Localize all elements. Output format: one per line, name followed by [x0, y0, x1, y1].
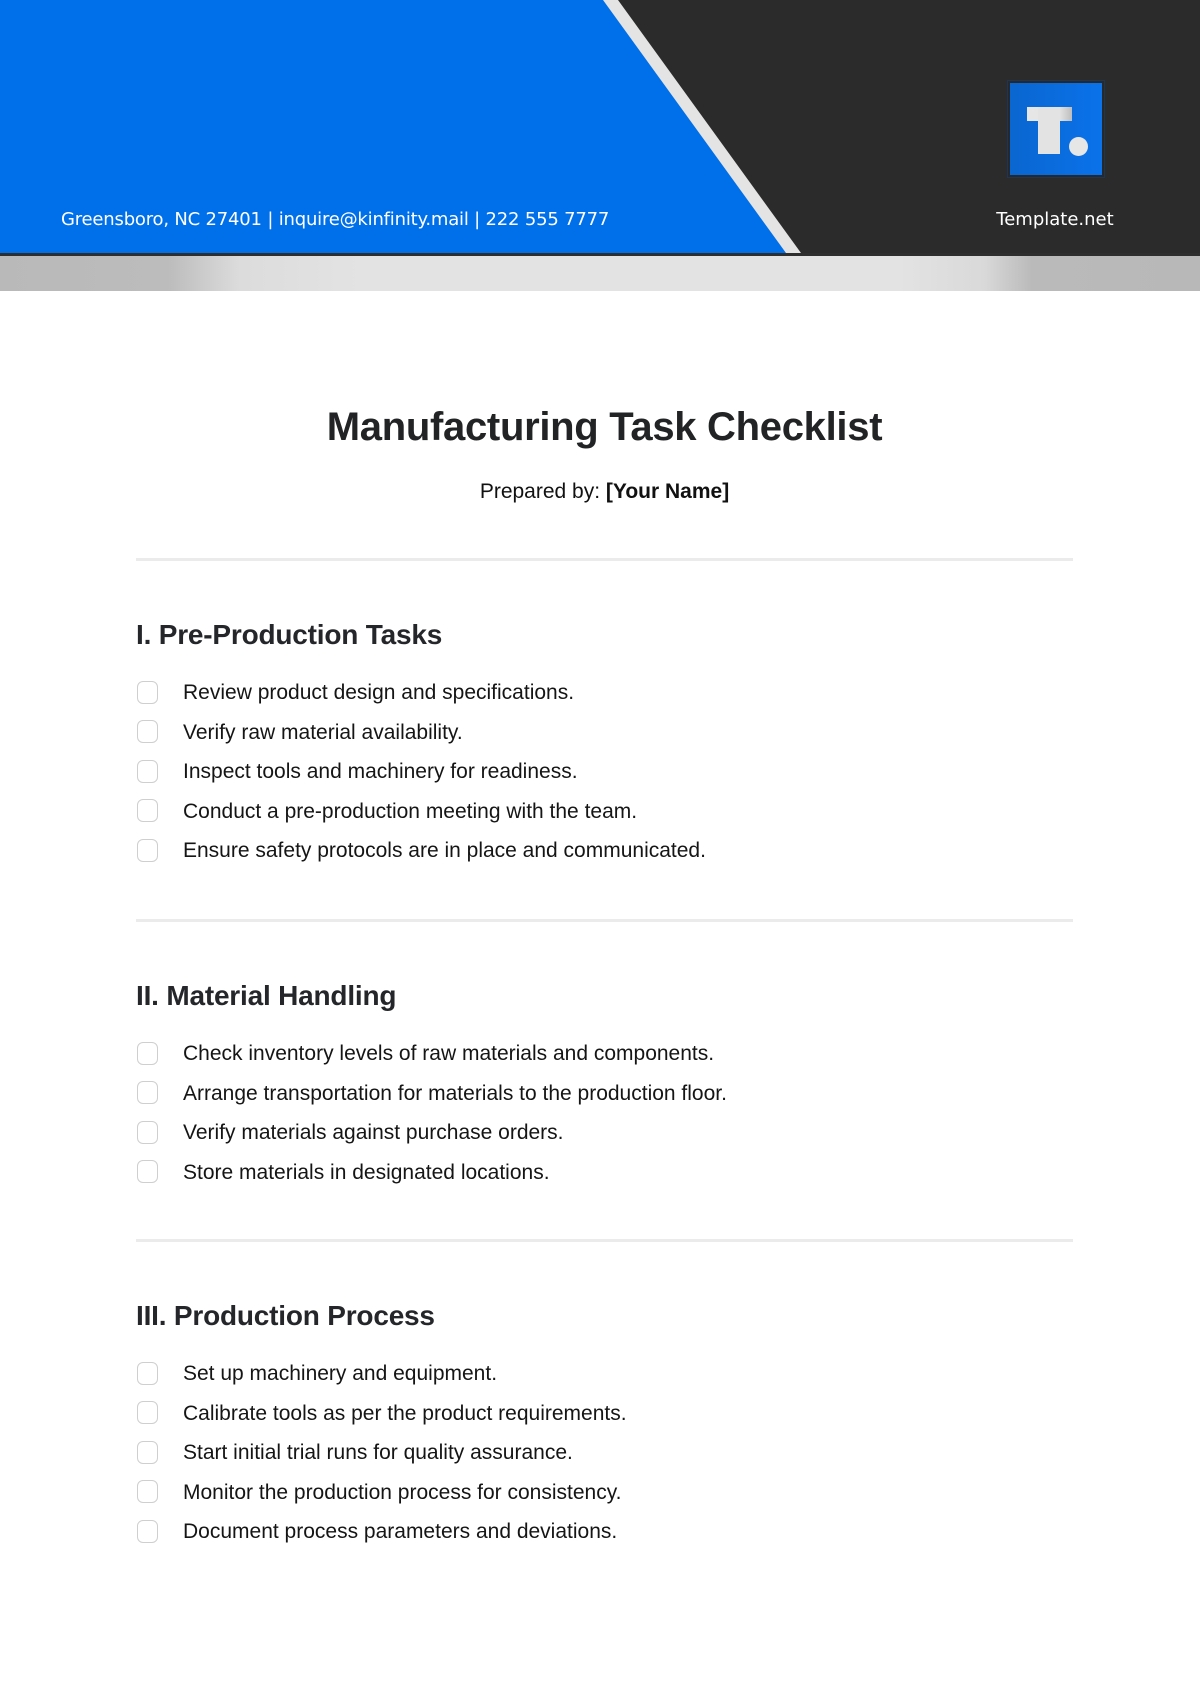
section-heading: II. Material Handling: [136, 980, 397, 1011]
checklist-item: Calibrate tools as per the product requi…: [137, 1400, 627, 1426]
section-divider: [136, 558, 1073, 561]
checklist-item: Arrange transportation for materials to …: [137, 1080, 727, 1106]
checklist-item: Document process parameters and deviatio…: [137, 1518, 617, 1544]
checklist-item-text: Arrange transportation for materials to …: [183, 1081, 727, 1105]
header-rule: [0, 253, 1200, 256]
checklist-item-text: Start initial trial runs for quality ass…: [183, 1441, 573, 1464]
checklist-item: Inspect tools and machinery for readines…: [137, 758, 578, 784]
checklist-item-text: Inspect tools and machinery for readines…: [183, 760, 578, 783]
checkbox[interactable]: [137, 1041, 158, 1065]
checkbox[interactable]: [137, 680, 158, 704]
checkbox[interactable]: [137, 799, 158, 822]
checklist-item: Check inventory levels of raw materials …: [137, 1040, 714, 1066]
logo-square: [1010, 83, 1102, 175]
checklist-item: Verify materials against purchase orders…: [137, 1119, 564, 1145]
checklist-item: Start initial trial runs for quality ass…: [137, 1439, 573, 1465]
checkbox[interactable]: [137, 1361, 158, 1385]
checklist-item-text: Monitor the production process for consi…: [183, 1480, 622, 1504]
checklist-item-text: Conduct a pre-production meeting with th…: [183, 799, 638, 823]
checklist-item-text: Document process parameters and deviatio…: [183, 1520, 618, 1543]
checklist-item: Monitor the production process for consi…: [137, 1479, 622, 1505]
document-title: Manufacturing Task Checklist: [326, 405, 883, 449]
logo-dot: [1069, 137, 1088, 156]
section-heading: I. Pre-Production Tasks: [136, 619, 443, 650]
checkbox[interactable]: [137, 1081, 158, 1104]
checklist-item: Review product design and specifications…: [137, 679, 574, 705]
header-gray-band: [0, 256, 1200, 291]
checklist-item: Set up machinery and equipment.: [137, 1360, 497, 1386]
checklist-item-text: Store materials in designated locations.: [183, 1160, 550, 1184]
checkbox[interactable]: [137, 1440, 158, 1464]
checklist-item-text: Review product design and specifications…: [183, 681, 575, 704]
checklist-item-text: Verify raw material availability.: [183, 720, 463, 744]
checklist-item-text: Set up machinery and equipment.: [183, 1362, 498, 1385]
brand-name: Template.net: [996, 209, 1114, 230]
checklist-item-text: Verify materials against purchase orders…: [183, 1121, 564, 1144]
section-divider: [136, 1239, 1073, 1242]
prepared-by-name: [Your Name]: [605, 480, 730, 503]
section-heading: III. Production Process: [136, 1300, 435, 1331]
checklist-item: Verify raw material availability.: [137, 719, 463, 745]
checklist-item-text: Ensure safety protocols are in place and…: [183, 839, 706, 862]
logo-t-stem: [1038, 107, 1060, 154]
section-divider: [136, 919, 1073, 922]
checkbox[interactable]: [137, 1120, 158, 1144]
checkbox[interactable]: [137, 1160, 158, 1183]
checklist-item: Ensure safety protocols are in place and…: [137, 837, 706, 863]
checkbox[interactable]: [137, 759, 158, 783]
checkbox[interactable]: [137, 838, 158, 862]
checklist-item-text: Calibrate tools as per the product requi…: [183, 1401, 627, 1425]
prepared-by: Prepared by: [Your Name]: [0, 478, 1200, 506]
checklist-item-text: Check inventory levels of raw materials …: [183, 1042, 715, 1065]
checklist-item: Store materials in designated locations.: [137, 1159, 550, 1185]
letterhead-header: Greensboro, NC 27401 | inquire@kinfinity…: [0, 0, 1200, 291]
template-net-logo-icon: [1007, 80, 1105, 178]
checkbox[interactable]: [137, 1480, 158, 1503]
prepared-by-label: Prepared by:: [479, 480, 606, 503]
contact-info: Greensboro, NC 27401 | inquire@kinfinity…: [61, 209, 610, 230]
checkbox[interactable]: [137, 720, 158, 743]
checklist-item: Conduct a pre-production meeting with th…: [137, 798, 637, 824]
checkbox[interactable]: [137, 1401, 158, 1424]
checkbox[interactable]: [137, 1519, 158, 1543]
